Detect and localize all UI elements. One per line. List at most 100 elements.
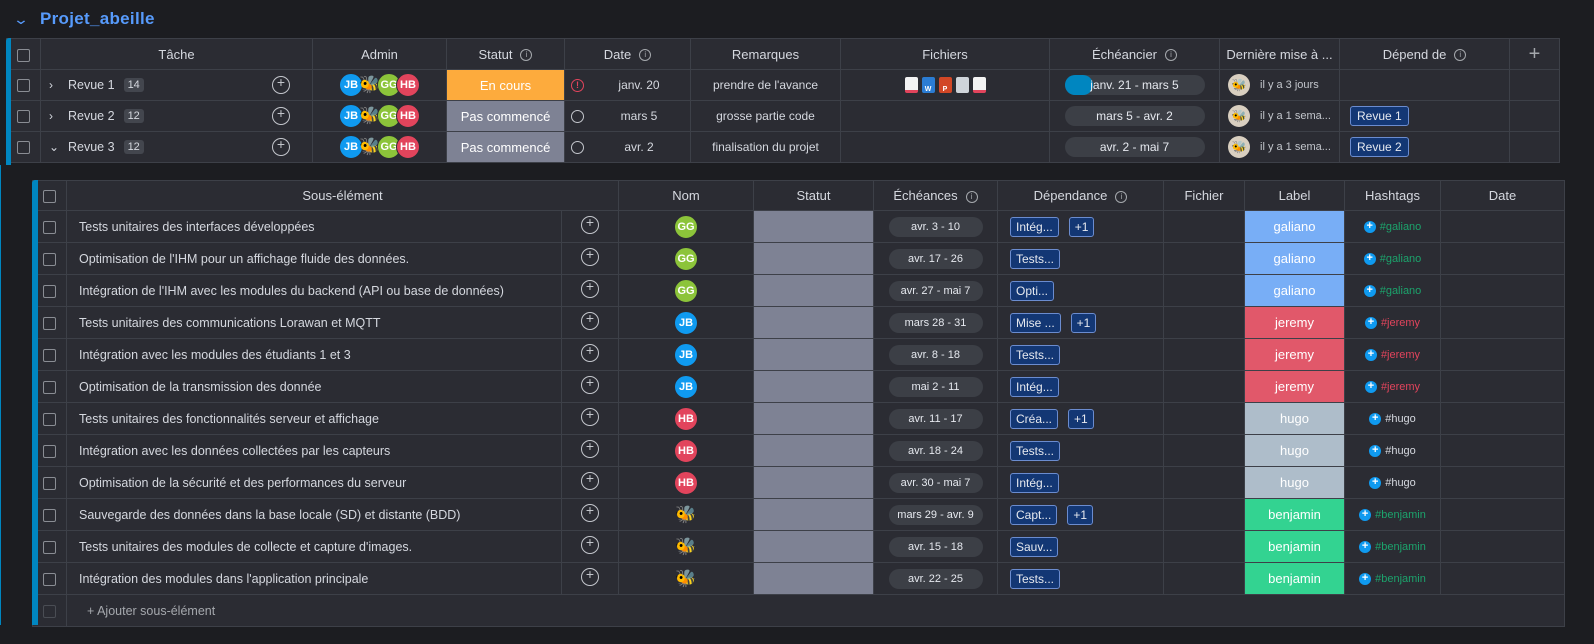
add-update-icon[interactable] [581, 278, 599, 298]
timeline-bar[interactable]: avr. 2 - mai 7 [1064, 137, 1205, 157]
subitem-row[interactable]: Intégration avec les données collectées … [32, 434, 1565, 467]
task-name-cell[interactable]: ⌄ Revue 3 12 [40, 131, 313, 163]
hashtag[interactable]: #benjamin [1375, 541, 1426, 553]
deadline-cell[interactable]: avr. 8 - 18 [873, 338, 998, 371]
hashtag[interactable]: #galiano [1380, 221, 1422, 233]
add-hashtag-icon[interactable]: + [1359, 540, 1372, 553]
add-update-icon[interactable] [581, 438, 599, 458]
task-row[interactable]: ⌄ Revue 3 12 JB🐝GGHBPas commencé avr. 2 final… [6, 131, 1560, 163]
hashtag[interactable]: #benjamin [1375, 573, 1426, 585]
task-name-cell[interactable]: › Revue 2 12 [40, 100, 313, 132]
col-sub-statut[interactable]: Statut [753, 180, 874, 211]
status-cell[interactable]: Pas commencé [446, 100, 565, 132]
timeline-cell[interactable]: janv. 21 - mars 5 [1049, 69, 1220, 101]
task-name[interactable]: Revue 1 [68, 78, 115, 92]
col-derniere-maj[interactable]: Dernière mise à ... [1219, 38, 1340, 70]
subitem-name[interactable]: Intégration avec les modules des étudian… [66, 338, 562, 371]
avatar-hb[interactable]: HB [396, 73, 420, 97]
deadline-bar[interactable]: avr. 8 - 18 [888, 344, 983, 365]
date-cell[interactable] [1440, 210, 1565, 243]
update-cell[interactable] [561, 210, 619, 243]
depends-cell[interactable] [1339, 69, 1510, 101]
file-cell[interactable] [1163, 530, 1245, 563]
file-cell[interactable] [1163, 338, 1245, 371]
chevron-down-icon[interactable]: ⌄ [49, 140, 59, 154]
add-update-icon[interactable] [581, 310, 599, 330]
bee-avatar-icon[interactable]: 🐝 [674, 535, 698, 559]
label-cell[interactable]: hugo [1244, 402, 1345, 435]
owner-cell[interactable]: 🐝 [618, 530, 754, 563]
deadline-cell[interactable]: avr. 30 - mai 7 [873, 466, 998, 499]
subitem-status-cell[interactable] [753, 210, 874, 243]
hashtag-cell[interactable]: + #hugo [1344, 434, 1441, 467]
col-label[interactable]: Label [1244, 180, 1345, 211]
file-cell[interactable] [1163, 210, 1245, 243]
dependency-cell[interactable]: Intég... [997, 466, 1164, 499]
dependency-cell[interactable]: Tests... [997, 562, 1164, 595]
dependency-cell[interactable]: Opti... [997, 274, 1164, 307]
hashtag[interactable]: #jeremy [1381, 349, 1420, 361]
chevron-right-icon[interactable]: › [49, 109, 59, 123]
dependency-tag[interactable]: Revue 1 [1350, 106, 1409, 126]
subitem-status-cell[interactable] [753, 338, 874, 371]
bee-avatar-icon[interactable]: 🐝 [674, 567, 698, 591]
owner-cell[interactable]: HB [618, 402, 754, 435]
more-dependencies-badge[interactable]: +1 [1068, 408, 1094, 429]
owner-cell[interactable]: HB [618, 434, 754, 467]
avatar-hb[interactable]: HB [396, 104, 420, 128]
deadline-bar[interactable]: avr. 3 - 10 [888, 216, 983, 237]
subitem-row[interactable]: Tests unitaires des modules de collecte … [32, 530, 1565, 563]
subitem-status-cell[interactable] [753, 242, 874, 275]
date-cell[interactable]: mars 5 [564, 100, 691, 132]
dependency-tag[interactable]: Mise ... [1010, 312, 1061, 333]
hashtag-cell[interactable]: + #hugo [1344, 466, 1441, 499]
file-cell[interactable] [1163, 274, 1245, 307]
subitem-row[interactable]: Optimisation de la sécurité et des perfo… [32, 466, 1565, 499]
subitem-name[interactable]: Optimisation de la sécurité et des perfo… [66, 466, 562, 499]
row-checkbox[interactable] [6, 69, 41, 101]
add-update-icon[interactable] [581, 566, 599, 586]
file-cell[interactable] [1163, 562, 1245, 595]
label-cell[interactable]: hugo [1244, 466, 1345, 499]
add-update-icon[interactable] [581, 374, 599, 394]
date-cell[interactable] [1440, 562, 1565, 595]
col-admin[interactable]: Admin [312, 38, 447, 70]
date-cell[interactable] [1440, 498, 1565, 531]
deadline-bar[interactable]: avr. 27 - mai 7 [888, 280, 983, 301]
bee-avatar-icon[interactable]: 🐝 [674, 503, 698, 527]
dependency-tag[interactable]: Tests... [1010, 248, 1061, 269]
dependency-cell[interactable]: Intég... +1 [997, 210, 1164, 243]
date-cell[interactable] [1440, 306, 1565, 339]
hashtag-cell[interactable]: + #galiano [1344, 242, 1441, 275]
deadline-bar[interactable]: avr. 30 - mai 7 [888, 472, 983, 493]
more-dependencies-badge[interactable]: +1 [1070, 312, 1097, 333]
col-echeancier[interactable]: Échéancier i [1049, 38, 1220, 70]
status-label[interactable]: Pas commencé [447, 101, 564, 131]
task-row[interactable]: › Revue 1 14 JB🐝GGHBEn cours! janv. 20 prendr… [6, 69, 1560, 101]
dependency-tag[interactable]: Tests... [1010, 344, 1061, 365]
subitem-row[interactable]: Optimisation de l'IHM pour un affichage … [32, 242, 1565, 275]
admin-cell[interactable]: JB 🐝 GG HB [312, 100, 447, 132]
subitem-row[interactable]: Intégration des modules dans l'applicati… [32, 562, 1565, 595]
subitem-status-cell[interactable] [753, 498, 874, 531]
add-hashtag-icon[interactable]: + [1359, 572, 1372, 585]
col-fichier[interactable]: Fichier [1163, 180, 1245, 211]
col-echeances[interactable]: Échéances i [873, 180, 998, 211]
status-label[interactable]: En cours [447, 70, 564, 100]
subitem-name[interactable]: Tests unitaires des communications Loraw… [66, 306, 562, 339]
dependency-tag[interactable]: Capt... [1010, 504, 1058, 525]
file-cell[interactable] [1163, 402, 1245, 435]
info-icon[interactable]: i [1165, 49, 1178, 62]
col-tache[interactable]: Tâche [40, 38, 313, 70]
deadline-cell[interactable]: avr. 11 - 17 [873, 402, 998, 435]
owner-cell[interactable]: GG [618, 274, 754, 307]
owner-cell[interactable]: JB [618, 306, 754, 339]
info-icon[interactable]: i [1454, 49, 1467, 62]
update-cell[interactable] [561, 370, 619, 403]
add-update-icon[interactable] [581, 502, 599, 522]
subitem-status-cell[interactable] [753, 274, 874, 307]
hashtag-cell[interactable]: + #jeremy [1344, 338, 1441, 371]
col-nom[interactable]: Nom [618, 180, 754, 211]
row-checkbox[interactable] [6, 100, 41, 132]
add-hashtag-icon[interactable]: + [1363, 252, 1376, 265]
